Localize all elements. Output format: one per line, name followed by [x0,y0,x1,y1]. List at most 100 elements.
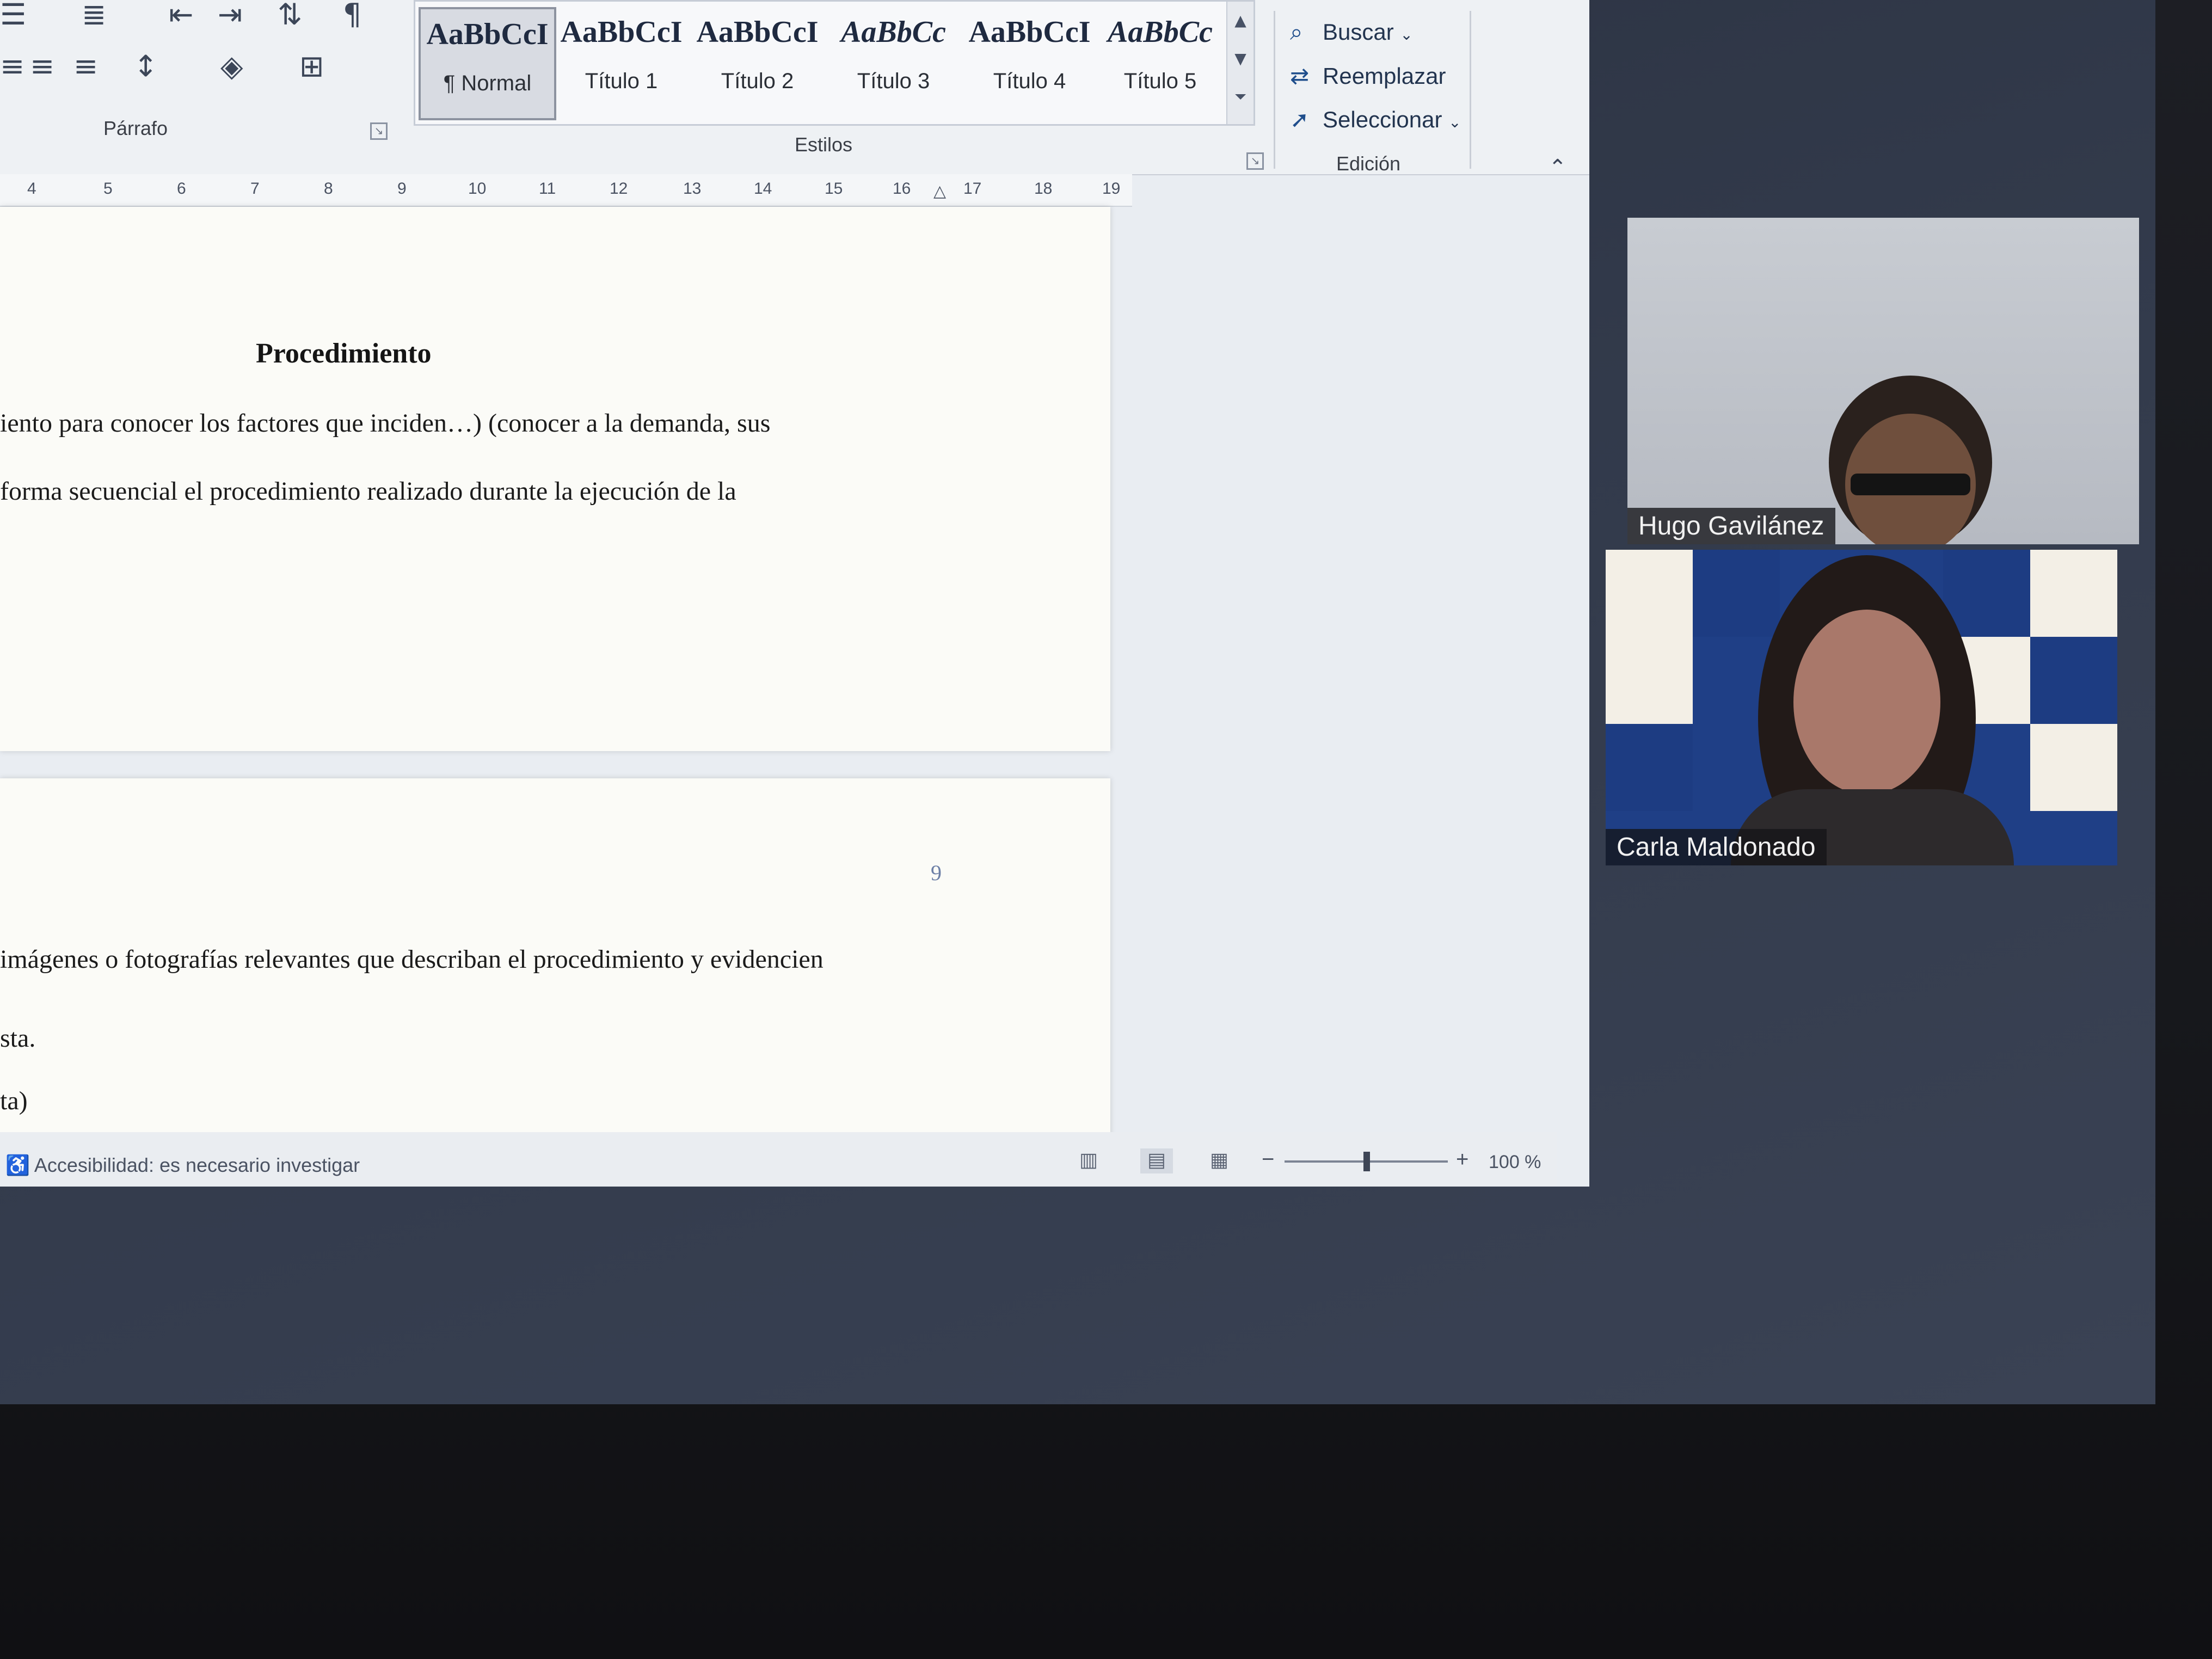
find-button[interactable]: ⌕ Buscar ⌄ [1290,19,1413,46]
backdrop-panel [1693,550,1780,637]
style-name: Título 5 [1123,69,1197,93]
styles-gallery-scrollbar[interactable]: ▲ ▼ ⏷ [1226,2,1254,124]
ruler-mark: 16 [893,180,911,198]
increase-indent-icon[interactable]: ⇥ [218,0,242,29]
style-sample: AaBbCcI [696,15,819,49]
ruler-mark: 6 [177,180,186,198]
align-right-icon[interactable]: ≡ [0,52,24,81]
zoom-slider-thumb[interactable] [1363,1152,1370,1171]
find-label: Buscar [1323,19,1394,45]
style-name: Título 4 [993,69,1066,93]
style-normal[interactable]: AaBbCcI ¶ Normal [419,7,556,120]
ruler-mark: 12 [610,180,628,198]
ruler-mark: 14 [754,180,772,198]
paragraph-line: ta) [0,1086,28,1115]
justify-icon[interactable]: ≡ [73,52,98,81]
bullet-list-icon[interactable]: ☰ [0,0,26,29]
cursor-icon: ➚ [1290,107,1310,132]
replace-button[interactable]: ⇄ Reemplazar [1290,63,1446,89]
participant-face [1793,610,1940,795]
backdrop-panel [1943,550,2030,637]
participant-name-label: Hugo Gavilánez [1627,508,1835,544]
backdrop-panel [1606,550,1693,637]
styles-dialog-launcher-icon[interactable]: ↘ [1246,152,1264,170]
select-button[interactable]: ➚ Seleccionar ⌄ [1290,106,1461,133]
accessibility-label: Accesibilidad: es necesario investigar [34,1154,360,1176]
glasses-icon [1851,474,1970,495]
section-heading: Procedimiento [256,338,432,369]
zoom-in-icon[interactable]: + [1456,1147,1468,1172]
style-titulo-1[interactable]: AaBbCcI Título 1 [555,7,688,116]
search-icon: ⌕ [1290,19,1303,45]
decrease-indent-icon[interactable]: ⇤ [169,0,193,29]
word-window: ☰ ≣ ⇤ ⇥ ⇅ ¶ ≡ ≡ ≡ ↕ ◈ ⊞ Párrafo ↘ AaBbCc… [0,0,1589,1187]
chevron-down-icon: ⌄ [1400,26,1413,43]
web-layout-icon[interactable]: ▦ [1203,1148,1236,1173]
shading-icon[interactable]: ◈ [220,52,243,81]
scroll-up-icon[interactable]: ▲ [1227,2,1254,40]
ruler-mark: 4 [27,180,36,198]
zoom-level[interactable]: 100 % [1489,1152,1541,1173]
horizontal-ruler[interactable]: 4 5 6 7 8 9 10 11 12 13 14 15 16 17 18 1… [0,174,1132,207]
paragraph-line: imágenes o fotografías relevantes que de… [0,945,824,974]
scroll-down-icon[interactable]: ▼ [1227,40,1254,78]
style-titulo-2[interactable]: AaBbCcI Título 2 [691,7,824,116]
zoom-out-icon[interactable]: − [1262,1147,1274,1172]
backdrop-panel [2030,724,2117,811]
page-number: 9 [931,861,942,885]
monitor-screen: ☰ ≣ ⇤ ⇥ ⇅ ¶ ≡ ≡ ≡ ↕ ◈ ⊞ Párrafo ↘ AaBbCc… [0,0,2155,1404]
document-page[interactable]: 9 imágenes o fotografías relevantes que … [0,778,1110,1138]
read-mode-icon[interactable]: ▥ [1072,1148,1105,1173]
numbered-list-icon[interactable]: ≣ [82,0,106,29]
accessibility-status[interactable]: ♿ Accesibilidad: es necesario investigar [5,1154,360,1177]
styles-gallery: AaBbCcI ¶ Normal AaBbCcI Título 1 AaBbCc… [414,0,1255,126]
participant-video [1627,218,2139,544]
style-sample: AaBbCc [841,15,946,49]
ribbon: ☰ ≣ ⇤ ⇥ ⇅ ¶ ≡ ≡ ≡ ↕ ◈ ⊞ Párrafo ↘ AaBbCc… [0,0,1589,180]
style-name: Título 2 [721,69,794,93]
ruler-mark: 8 [324,180,333,198]
style-name: Título 1 [585,69,658,93]
collapse-ribbon-icon[interactable]: ⌃ [1549,155,1567,180]
gallery-more-icon[interactable]: ⏷ [1227,78,1254,116]
line-spacing-icon[interactable]: ↕ [133,52,158,81]
backdrop-panel [1606,724,1693,811]
ruler-mark: 19 [1102,180,1121,198]
ruler-mark: 17 [963,180,982,198]
style-titulo-4[interactable]: AaBbCcI Título 4 [963,7,1096,116]
style-titulo-5[interactable]: AaBbCc Título 5 [1093,7,1227,116]
pilcrow-icon[interactable]: ¶ [343,0,361,29]
style-titulo-3[interactable]: AaBbCc Título 3 [827,7,960,116]
participant-video-tile[interactable]: Carla Maldonado [1606,550,2117,865]
group-divider [1274,11,1275,169]
styles-group-label: Estilos [795,133,853,156]
backdrop-panel [2030,550,2117,637]
ruler-mark: 18 [1034,180,1053,198]
ruler-mark: 10 [468,180,487,198]
style-name: Título 3 [857,69,930,93]
print-layout-icon[interactable]: ▤ [1140,1148,1173,1173]
borders-icon[interactable]: ⊞ [299,52,324,81]
editing-group-label: Edición [1336,152,1401,175]
style-sample: AaBbCcI [968,15,1091,49]
style-sample: AaBbCc [1108,15,1213,49]
paragraph-line: iento para conocer los factores que inci… [0,409,771,438]
ruler-mark: 5 [103,180,113,198]
ruler-mark: 15 [825,180,843,198]
style-sample: AaBbCcI [426,17,549,51]
right-indent-marker-icon[interactable]: △ [933,182,946,201]
paragraph-group-label: Párrafo [103,117,168,139]
replace-icon: ⇄ [1290,63,1310,89]
group-divider [1470,11,1471,169]
document-page[interactable]: Procedimiento iento para conocer los fac… [0,207,1110,751]
backdrop-panel [2030,637,2117,724]
sort-icon[interactable]: ⇅ [278,0,302,29]
paragraph-line: sta. [0,1024,36,1053]
participant-name-label: Carla Maldonado [1606,829,1827,865]
align-center-icon[interactable]: ≡ [30,52,54,81]
style-sample: AaBbCcI [560,15,683,49]
backdrop-panel [1606,637,1693,724]
paragraph-dialog-launcher-icon[interactable]: ↘ [370,122,388,140]
participant-video-tile[interactable]: Hugo Gavilánez [1627,218,2139,544]
ruler-mark: 13 [683,180,702,198]
